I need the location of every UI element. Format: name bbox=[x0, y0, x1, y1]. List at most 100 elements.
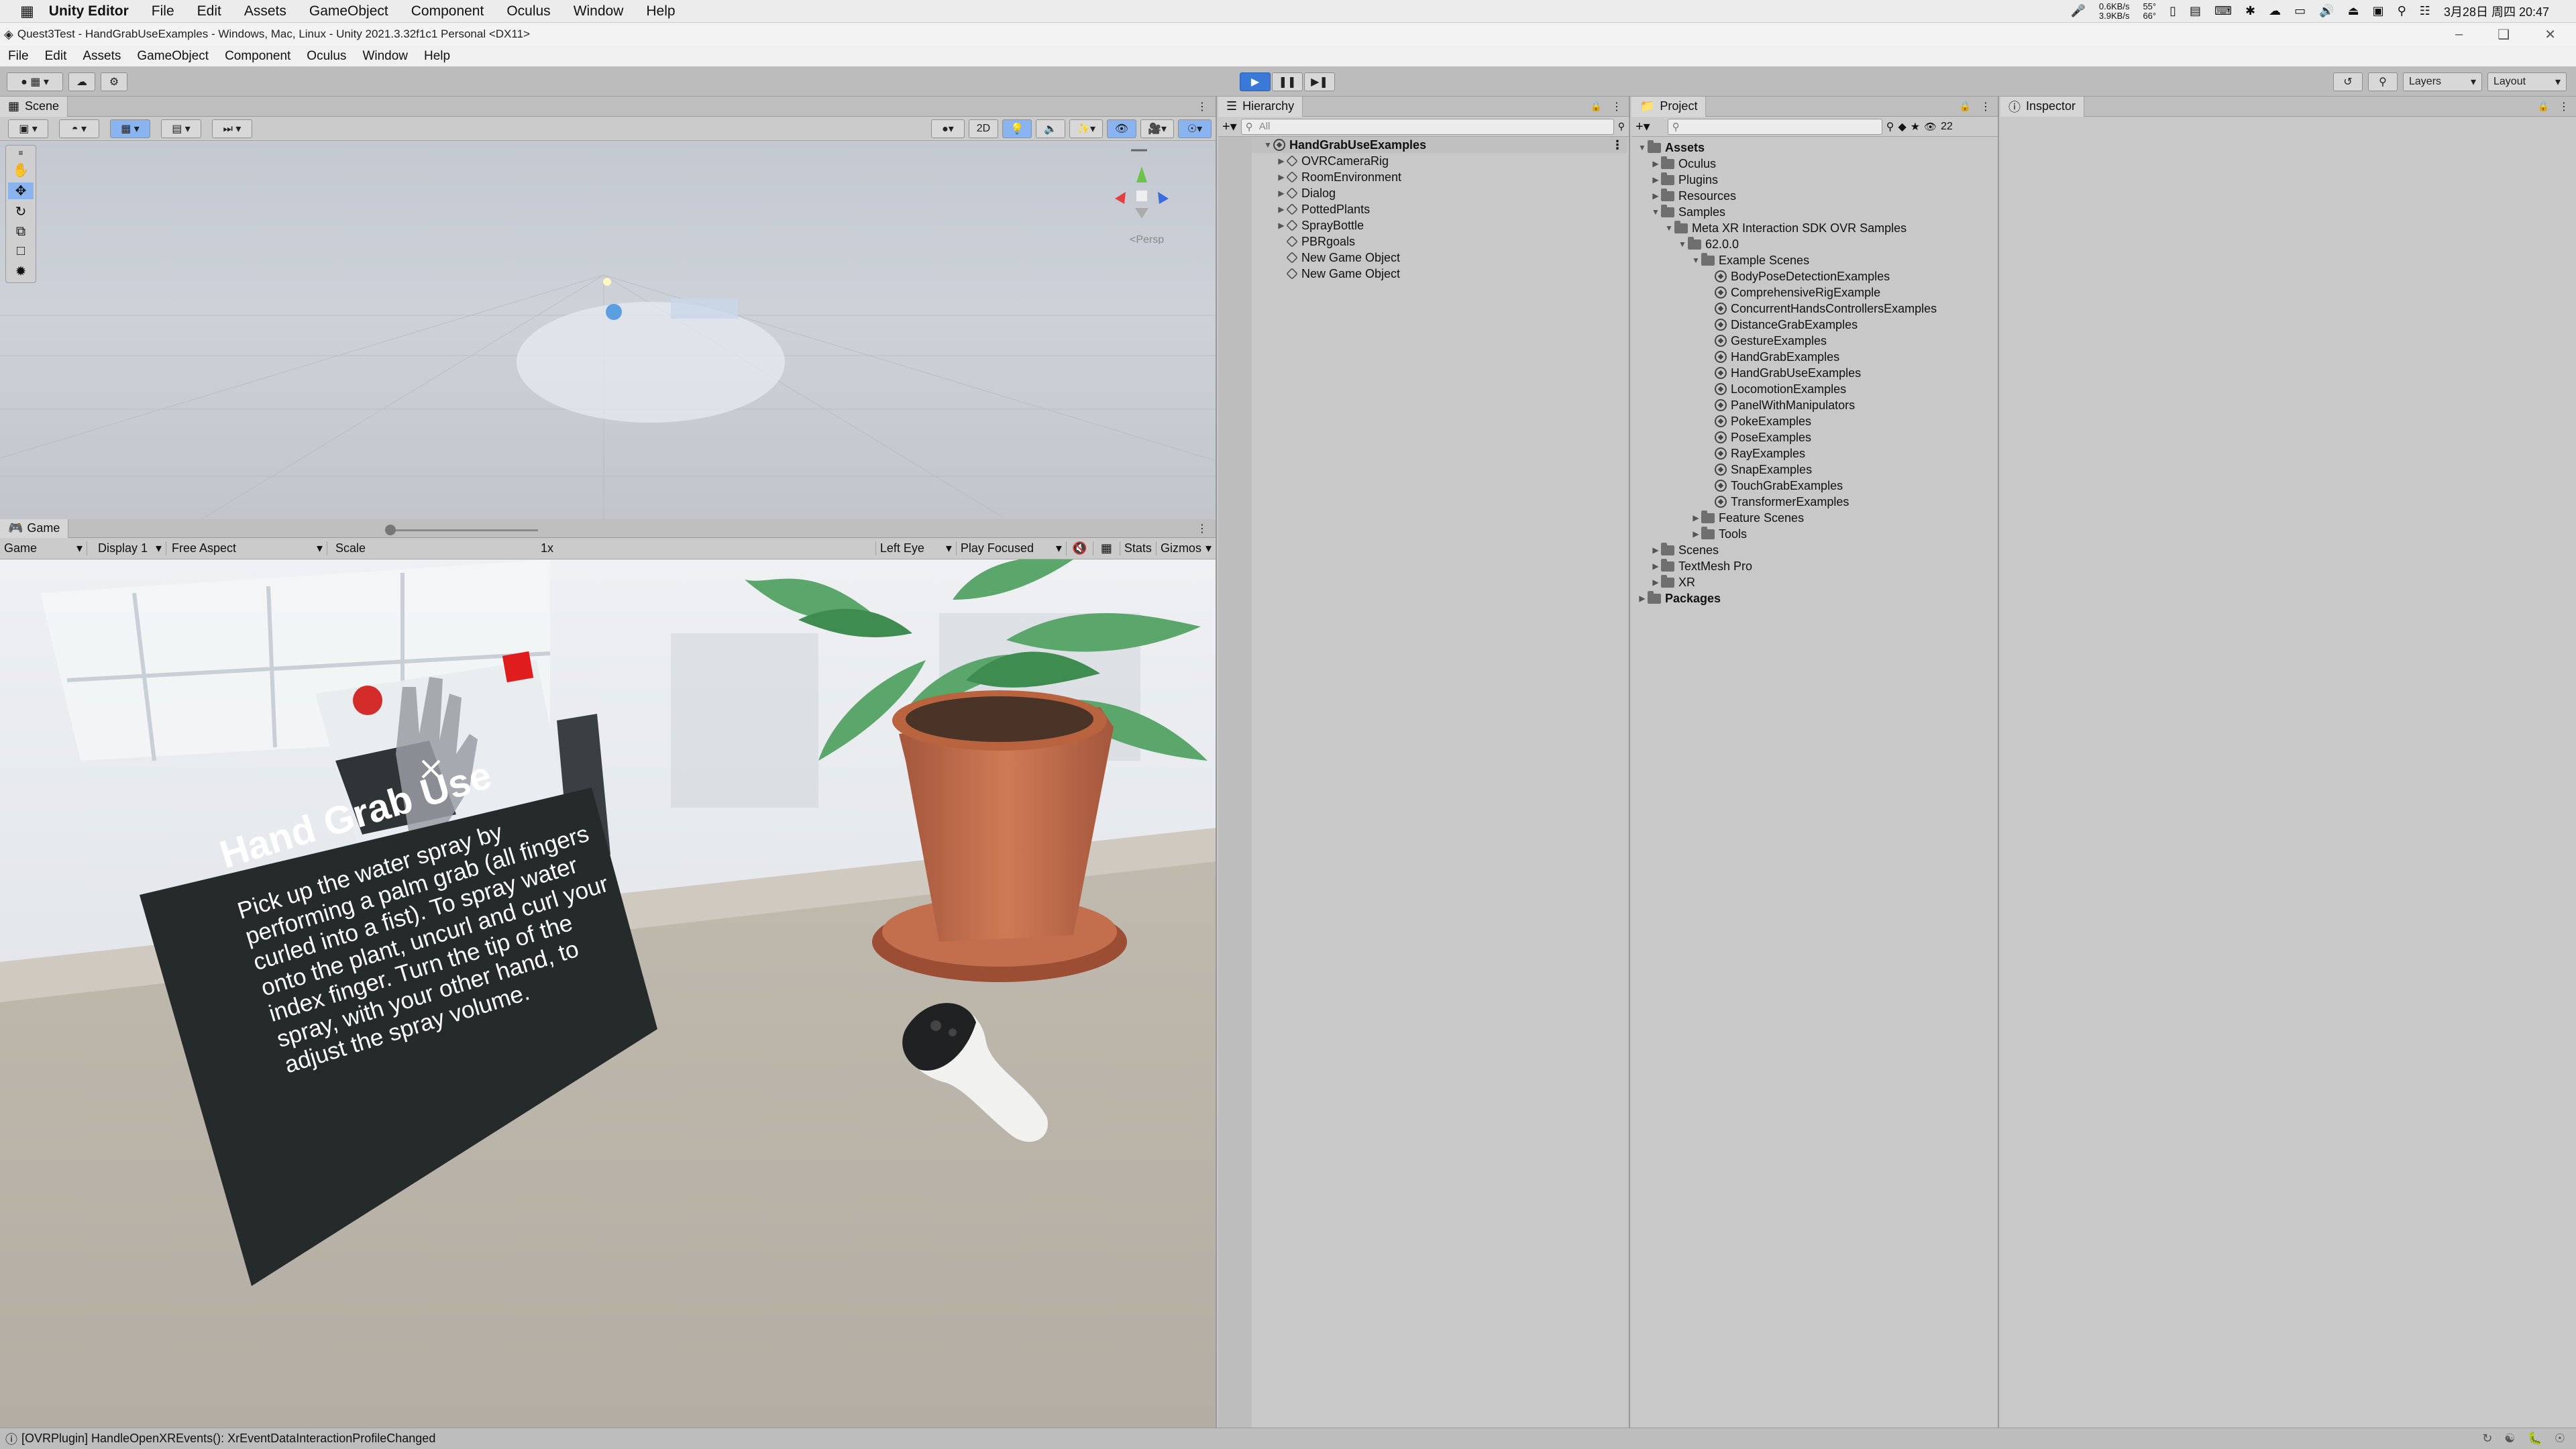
project-item[interactable]: ▼ Assets bbox=[1637, 140, 1996, 156]
play-button[interactable]: ▶ bbox=[1240, 72, 1271, 91]
hierarchy-item[interactable]: ▶ Dialog bbox=[1252, 185, 1627, 201]
expand-arrow-icon[interactable]: ▶ bbox=[1650, 172, 1661, 188]
search-by-type-icon[interactable]: ⚲ bbox=[1886, 120, 1894, 133]
expand-arrow-icon[interactable]: ▶ bbox=[1276, 153, 1287, 169]
increment-snap-button[interactable]: ▤ ▾ bbox=[161, 119, 201, 138]
expand-arrow-icon[interactable]: ▶ bbox=[1650, 188, 1661, 204]
progress-icon[interactable]: ↻ bbox=[2482, 1432, 2492, 1446]
audio-button[interactable]: 🔈 bbox=[1036, 119, 1065, 138]
display-icon[interactable]: ▭ bbox=[2294, 4, 2306, 18]
more-icon[interactable]: ⋮ bbox=[1611, 137, 1623, 153]
os-menu-file[interactable]: File bbox=[152, 3, 174, 19]
menu-gameobject[interactable]: GameObject bbox=[137, 49, 209, 64]
search-options-icon[interactable]: ⚲ bbox=[1618, 121, 1625, 132]
hidden-packages-icon[interactable]: 👁 bbox=[1924, 121, 1937, 133]
project-item[interactable]: SnapExamples bbox=[1637, 462, 1996, 478]
expand-arrow-icon[interactable]: ▼ bbox=[1677, 236, 1688, 252]
tab-project[interactable]: 📁 Project bbox=[1631, 96, 1707, 117]
expand-arrow-icon[interactable]: ▶ bbox=[1650, 574, 1661, 590]
account-button[interactable]: ● ▦ ▾ bbox=[7, 72, 63, 91]
expand-arrow-icon[interactable]: ▶ bbox=[1276, 169, 1287, 185]
project-item[interactable]: LocomotionExamples bbox=[1637, 381, 1996, 397]
menu-oculus[interactable]: Oculus bbox=[307, 49, 346, 64]
add-button[interactable]: +▾ bbox=[1222, 118, 1237, 135]
rect-tool-icon[interactable]: □ bbox=[17, 244, 25, 259]
project-item[interactable]: TouchGrabExamples bbox=[1637, 478, 1996, 494]
cloud-icon[interactable]: ☁ bbox=[2269, 4, 2281, 18]
drag-handle-icon[interactable]: ≡ bbox=[18, 148, 23, 158]
more-icon[interactable]: ⋮ bbox=[1611, 100, 1622, 113]
screenshot-icon[interactable]: ▣ bbox=[2373, 4, 2384, 18]
search-button[interactable]: ⚲ bbox=[2368, 72, 2398, 91]
tab-inspector[interactable]: ⓘ Inspector bbox=[2000, 96, 2085, 117]
toggle-2d-button[interactable]: 2D bbox=[969, 119, 998, 138]
project-item[interactable]: ▼ Samples bbox=[1637, 204, 1996, 220]
expand-arrow-icon[interactable]: ▶ bbox=[1276, 217, 1287, 233]
favorite-icon[interactable]: ★ bbox=[1911, 120, 1920, 133]
volume-icon[interactable]: 🔊 bbox=[2319, 4, 2334, 18]
play-mode-dropdown[interactable]: Play Focused ▾ bbox=[955, 541, 1066, 555]
auto-generate-icon[interactable]: ☯ bbox=[2504, 1432, 2515, 1446]
debug-mode-icon[interactable]: 🐛 bbox=[2527, 1432, 2542, 1446]
restore-icon[interactable]: ❑ bbox=[2498, 26, 2510, 43]
project-item[interactable]: ▶ Tools bbox=[1637, 526, 1996, 542]
windows-logo-icon[interactable]: ▦ bbox=[20, 3, 34, 20]
lighting-button[interactable]: 💡 bbox=[1002, 119, 1032, 138]
project-item[interactable]: ▶ TextMesh Pro bbox=[1637, 558, 1996, 574]
project-item[interactable]: HandGrabUseExamples bbox=[1637, 365, 1996, 381]
expand-arrow-icon[interactable]: ▶ bbox=[1276, 201, 1287, 217]
os-menu-gameobject[interactable]: GameObject bbox=[309, 3, 388, 19]
status-message[interactable]: [OVRPlugin] HandleOpenXREvents(): XrEven… bbox=[21, 1432, 435, 1446]
snap-grid-button[interactable]: ▦ ▾ bbox=[110, 119, 150, 138]
project-item[interactable]: ConcurrentHandsControllersExamples bbox=[1637, 301, 1996, 317]
persp-label[interactable]: <Persp bbox=[1130, 234, 1164, 244]
hierarchy-search-input[interactable]: ⚲ All bbox=[1240, 118, 1614, 135]
view-options-button[interactable]: ◓ ▾ bbox=[59, 119, 99, 138]
close-icon[interactable]: ✕ bbox=[2544, 26, 2556, 43]
project-item[interactable]: PokeExamples bbox=[1637, 413, 1996, 429]
expand-arrow-icon[interactable]: ▶ bbox=[1650, 542, 1661, 558]
control-center-icon[interactable]: ☷ bbox=[2420, 4, 2430, 18]
transform-tool-icon[interactable]: ✹ bbox=[15, 263, 27, 280]
memory-icon[interactable]: ▤ bbox=[2190, 4, 2201, 18]
hierarchy-item[interactable]: ▶ SprayBottle bbox=[1252, 217, 1627, 233]
scale-slider-thumb[interactable] bbox=[385, 525, 396, 535]
keyboard-icon[interactable]: ⌨ bbox=[2214, 4, 2232, 18]
expand-arrow-icon[interactable]: ▶ bbox=[1690, 510, 1701, 526]
project-item[interactable]: RayExamples bbox=[1637, 445, 1996, 462]
project-item[interactable]: GestureExamples bbox=[1637, 333, 1996, 349]
project-item[interactable]: ▶ Scenes bbox=[1637, 542, 1996, 558]
project-item[interactable]: ▶ Resources bbox=[1637, 188, 1996, 204]
clock[interactable]: 3月28日 周四 20:47 bbox=[2444, 3, 2549, 20]
project-item[interactable]: BodyPoseDetectionExamples bbox=[1637, 268, 1996, 284]
expand-arrow-icon[interactable]: ▼ bbox=[1664, 220, 1674, 236]
hierarchy-root[interactable]: ▼ HandGrabUseExamples ⋮ bbox=[1252, 137, 1627, 153]
move-tool-icon[interactable]: ✥ bbox=[8, 182, 34, 199]
lock-icon[interactable]: 🔒 bbox=[1960, 101, 1971, 112]
hand-tool-icon[interactable]: ✋ bbox=[13, 162, 30, 178]
tab-game[interactable]: 🎮 Game bbox=[0, 519, 69, 538]
hierarchy-item[interactable]: PBRgoals bbox=[1252, 233, 1627, 250]
project-item[interactable]: PanelWithManipulators bbox=[1637, 397, 1996, 413]
microphone-icon[interactable]: 🎤 bbox=[2071, 4, 2086, 18]
menu-window[interactable]: Window bbox=[362, 49, 408, 64]
os-menu-oculus[interactable]: Oculus bbox=[506, 3, 550, 19]
render-button[interactable]: ⏭ ▾ bbox=[212, 119, 252, 138]
project-item[interactable]: ▼ Example Scenes bbox=[1637, 252, 1996, 268]
project-item[interactable]: HandGrabExamples bbox=[1637, 349, 1996, 365]
pause-button[interactable]: ❚❚ bbox=[1272, 72, 1303, 91]
project-item[interactable]: ▶ Packages bbox=[1637, 590, 1996, 606]
hierarchy-item[interactable]: ▶ RoomEnvironment bbox=[1252, 169, 1627, 185]
orientation-gizmo[interactable]: <Persp bbox=[1088, 144, 1175, 244]
menu-help[interactable]: Help bbox=[424, 49, 450, 64]
expand-arrow-icon[interactable]: ▼ bbox=[1263, 137, 1273, 153]
os-menu-window[interactable]: Window bbox=[574, 3, 624, 19]
menu-edit[interactable]: Edit bbox=[45, 49, 67, 64]
project-item[interactable]: ▶ Feature Scenes bbox=[1637, 510, 1996, 526]
app-name[interactable]: Unity Editor bbox=[49, 3, 129, 19]
shading-mode-button[interactable]: ●▾ bbox=[931, 119, 965, 138]
hierarchy-item[interactable]: New Game Object bbox=[1252, 250, 1627, 266]
expand-arrow-icon[interactable]: ▶ bbox=[1690, 526, 1701, 542]
gizmos-toggle-button[interactable]: ☉▾ bbox=[1178, 119, 1212, 138]
menu-assets[interactable]: Assets bbox=[83, 49, 121, 64]
